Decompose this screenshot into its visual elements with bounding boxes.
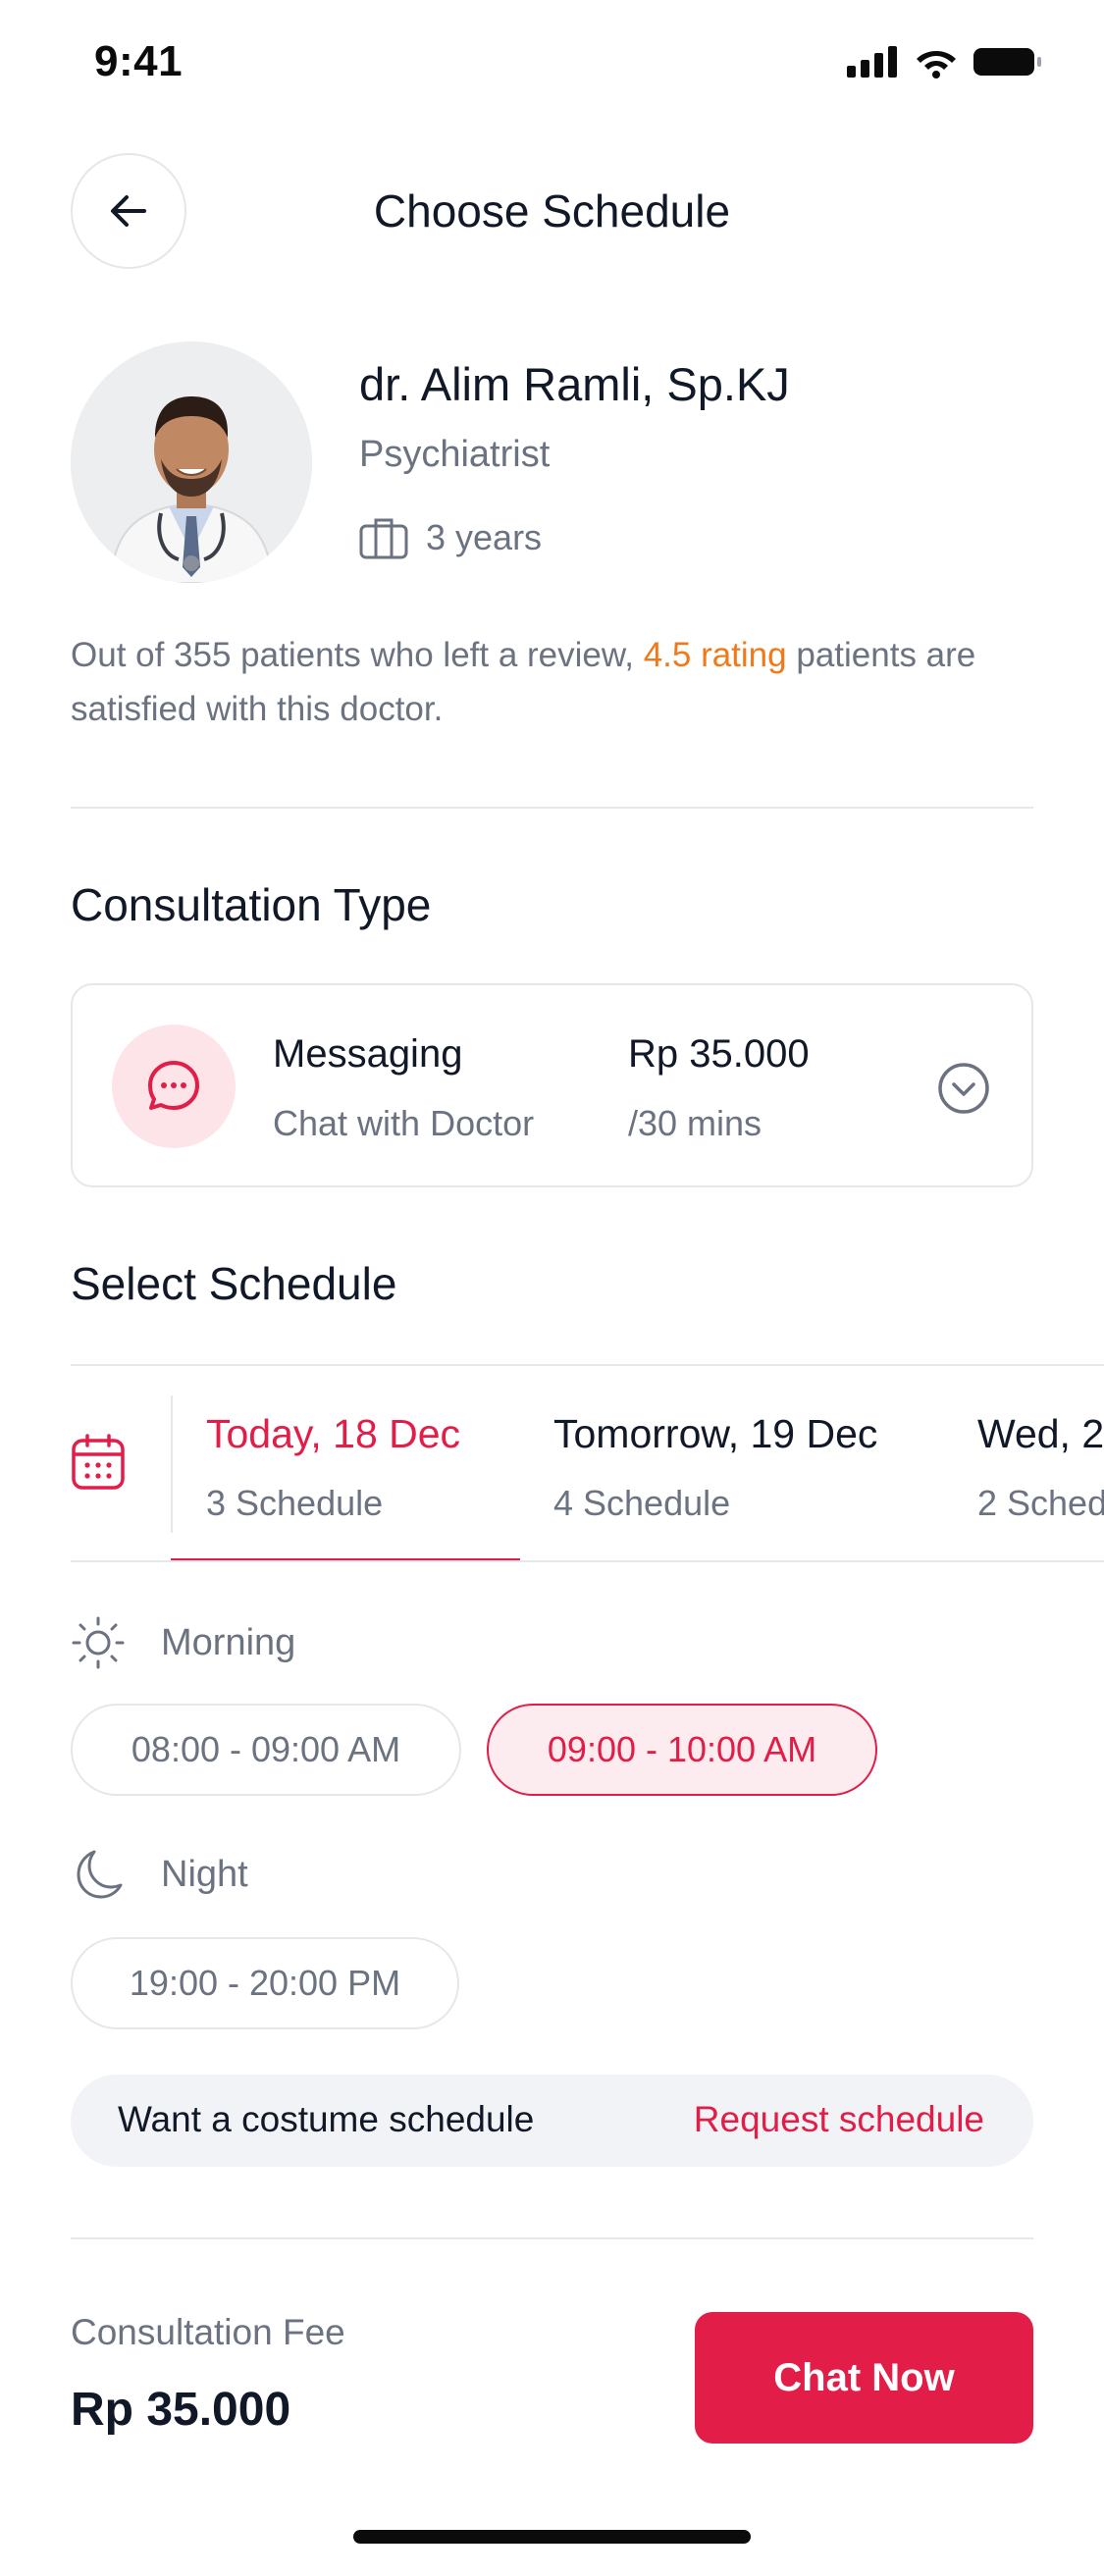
date-tab-label: Wed, 20 Dec — [977, 1411, 1104, 1456]
date-tabs: Today, 18 Dec 3 Schedule Tomorrow, 19 De… — [71, 1364, 1104, 1562]
custom-schedule-text: Want a costume schedule — [118, 2099, 535, 2139]
calendar-button[interactable] — [71, 1433, 126, 1497]
review-rating: 4.5 rating — [643, 636, 787, 674]
experience-text: 3 years — [426, 517, 543, 557]
status-time: 9:41 — [94, 37, 184, 85]
briefcase-icon — [359, 518, 408, 559]
consultation-type-dropdown[interactable]: Messaging Chat with Doctor Rp 35.000 /30… — [71, 983, 1033, 1187]
date-tab-tomorrow[interactable]: Tomorrow, 19 Dec 4 Schedule — [553, 1411, 877, 1524]
doctor-name: dr. Alim Ramli, Sp.KJ — [359, 358, 790, 410]
page-title: Choose Schedule — [373, 185, 731, 237]
home-indicator — [353, 2530, 751, 2544]
chat-now-button[interactable]: Chat Now — [695, 2312, 1033, 2444]
doctor-portrait — [71, 342, 312, 583]
wifi-icon — [917, 51, 956, 79]
night-label: Night — [161, 1853, 248, 1895]
custom-schedule-bar: Want a costume schedule Request schedule — [71, 2075, 1033, 2167]
date-tab-label: Today, 18 Dec — [206, 1411, 461, 1456]
date-tab-count: 3 Schedule — [206, 1483, 384, 1523]
time-slot-morning-2-selected[interactable]: 09:00 - 10:00 AM — [487, 1704, 877, 1796]
doctor-experience: 3 years — [359, 516, 542, 559]
date-tab-today[interactable]: Today, 18 Dec 3 Schedule — [206, 1411, 460, 1524]
dropdown-toggle[interactable] — [937, 1062, 990, 1120]
time-slot-morning-1[interactable]: 08:00 - 09:00 AM — [71, 1704, 461, 1796]
review-summary: Out of 355 patients who left a review, 4… — [71, 628, 1042, 736]
moon-icon — [77, 1850, 123, 1899]
night-period-header: Night — [71, 1847, 248, 1902]
date-tab-wednesday[interactable]: Wed, 20 Dec 2 Schedule — [977, 1411, 1104, 1524]
consultation-type-description: Chat with Doctor — [273, 1103, 535, 1143]
sun-icon — [72, 1616, 125, 1669]
consultation-duration: /30 mins — [628, 1103, 762, 1143]
date-tab-label: Tomorrow, 19 Dec — [553, 1411, 878, 1456]
doctor-specialty: Psychiatrist — [359, 434, 551, 475]
chat-bubble-icon — [148, 1061, 199, 1110]
status-bar: 9:41 — [0, 0, 1104, 128]
morning-label: Morning — [161, 1621, 296, 1663]
consultation-fee-value: Rp 35.000 — [71, 2384, 291, 2436]
schedule-section-title: Select Schedule — [71, 1258, 397, 1309]
request-schedule-link[interactable]: Request schedule — [694, 2099, 984, 2140]
consultation-section-title: Consultation Type — [71, 879, 432, 930]
cellular-signal-icon — [847, 46, 897, 78]
doctor-avatar — [71, 342, 312, 583]
calendar-separator — [171, 1395, 173, 1533]
consultation-fee-label: Consultation Fee — [71, 2312, 345, 2352]
battery-icon — [973, 48, 1041, 76]
date-tab-count: 4 Schedule — [553, 1483, 731, 1523]
chevron-down-circle-icon — [938, 1063, 989, 1114]
footer-divider — [71, 2237, 1033, 2239]
morning-period-header: Morning — [71, 1615, 295, 1670]
time-slot-night-1[interactable]: 19:00 - 20:00 PM — [71, 1937, 459, 2029]
date-tab-count: 2 Schedule — [977, 1483, 1104, 1523]
consultation-price: Rp 35.000 — [628, 1032, 810, 1076]
active-tab-indicator — [171, 1558, 520, 1560]
review-prefix: Out of 355 patients who left a review, — [71, 636, 634, 674]
status-icons — [847, 45, 1043, 79]
divider — [71, 807, 1033, 809]
consultation-icon-badge — [112, 1025, 236, 1148]
consultation-type-name: Messaging — [273, 1032, 463, 1076]
calendar-icon — [72, 1434, 125, 1490]
